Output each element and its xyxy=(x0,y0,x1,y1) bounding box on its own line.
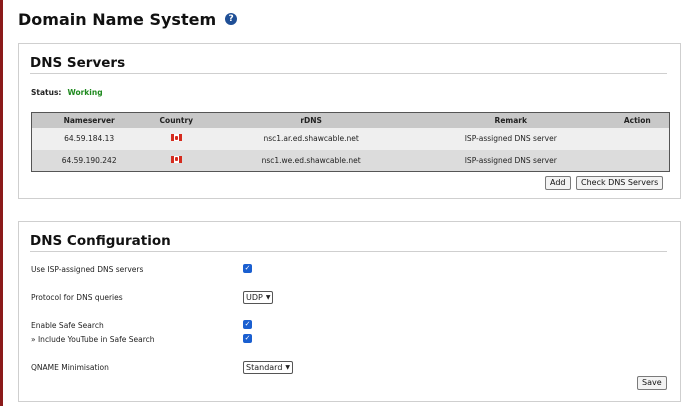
dns-servers-title: DNS Servers xyxy=(30,55,126,71)
status-label: Status: xyxy=(31,88,62,97)
col-nameserver: Nameserver xyxy=(31,112,147,128)
dns-servers-section: DNS Servers Status: Working Nameserver Co… xyxy=(18,43,681,199)
rdns-cell: nsc1.we.ed.shawcable.net xyxy=(206,149,416,172)
rdns-cell: nsc1.ar.ed.shawcable.net xyxy=(206,127,416,150)
youtube-safe-search-checkbox[interactable]: ✓ xyxy=(243,334,252,343)
dns-configuration-header: DNS Configuration xyxy=(30,232,667,252)
status-line: Status: Working xyxy=(31,88,103,97)
protocol-select[interactable]: UDP ▼ xyxy=(243,291,274,304)
dns-servers-header: DNS Servers xyxy=(30,54,667,74)
nameserver-cell: 64.59.184.13 xyxy=(31,127,147,150)
dns-configuration-title: DNS Configuration xyxy=(30,233,171,249)
action-cell xyxy=(605,127,670,150)
chevron-down-icon: ▼ xyxy=(265,294,271,301)
save-button[interactable]: Save xyxy=(637,376,667,390)
safe-search-checkbox[interactable]: ✓ xyxy=(243,320,252,329)
canada-flag-icon xyxy=(170,155,182,163)
protocol-label: Protocol for DNS queries xyxy=(31,293,123,302)
page-title: Domain Name System xyxy=(18,9,217,29)
safe-search-label: Enable Safe Search xyxy=(31,321,104,330)
chevron-down-icon: ▼ xyxy=(285,364,291,371)
left-accent-bar xyxy=(0,0,3,406)
dns-servers-table: Nameserver Country rDNS Remark Action 64… xyxy=(31,112,670,172)
col-country: Country xyxy=(146,112,207,128)
youtube-safe-search-label: » Include YouTube in Safe Search xyxy=(31,335,155,344)
check-dns-servers-button[interactable]: Check DNS Servers xyxy=(576,176,664,190)
table-row: 64.59.184.13 nsc1.ar.ed.shawcable.net IS… xyxy=(31,127,670,150)
page-header: Domain Name System ? xyxy=(18,8,238,30)
protocol-select-value: UDP xyxy=(246,293,263,302)
use-isp-checkbox[interactable]: ✓ xyxy=(243,264,252,273)
status-value: Working xyxy=(67,88,103,97)
remark-cell: ISP-assigned DNS server xyxy=(415,149,606,172)
dns-configuration-section: DNS Configuration Use ISP-assigned DNS s… xyxy=(18,221,681,402)
col-remark: Remark xyxy=(415,112,606,128)
country-cell xyxy=(146,149,207,172)
country-cell xyxy=(146,127,207,150)
canada-flag-icon xyxy=(170,134,182,141)
qname-label: QNAME Minimisation xyxy=(31,363,109,372)
help-icon[interactable]: ? xyxy=(225,13,238,25)
qname-select-value: Standard xyxy=(246,363,283,372)
col-action: Action xyxy=(605,112,670,128)
remark-cell: ISP-assigned DNS server xyxy=(415,127,606,150)
table-row: 64.59.190.242 nsc1.we.ed.shawcable.net I… xyxy=(31,149,670,172)
qname-select[interactable]: Standard ▼ xyxy=(243,361,294,374)
action-cell xyxy=(605,149,670,172)
add-button[interactable]: Add xyxy=(545,176,571,190)
use-isp-label: Use ISP-assigned DNS servers xyxy=(31,265,144,274)
col-rdns: rDNS xyxy=(206,112,416,128)
table-header-row: Nameserver Country rDNS Remark Action xyxy=(31,112,670,128)
nameserver-cell: 64.59.190.242 xyxy=(31,149,147,172)
